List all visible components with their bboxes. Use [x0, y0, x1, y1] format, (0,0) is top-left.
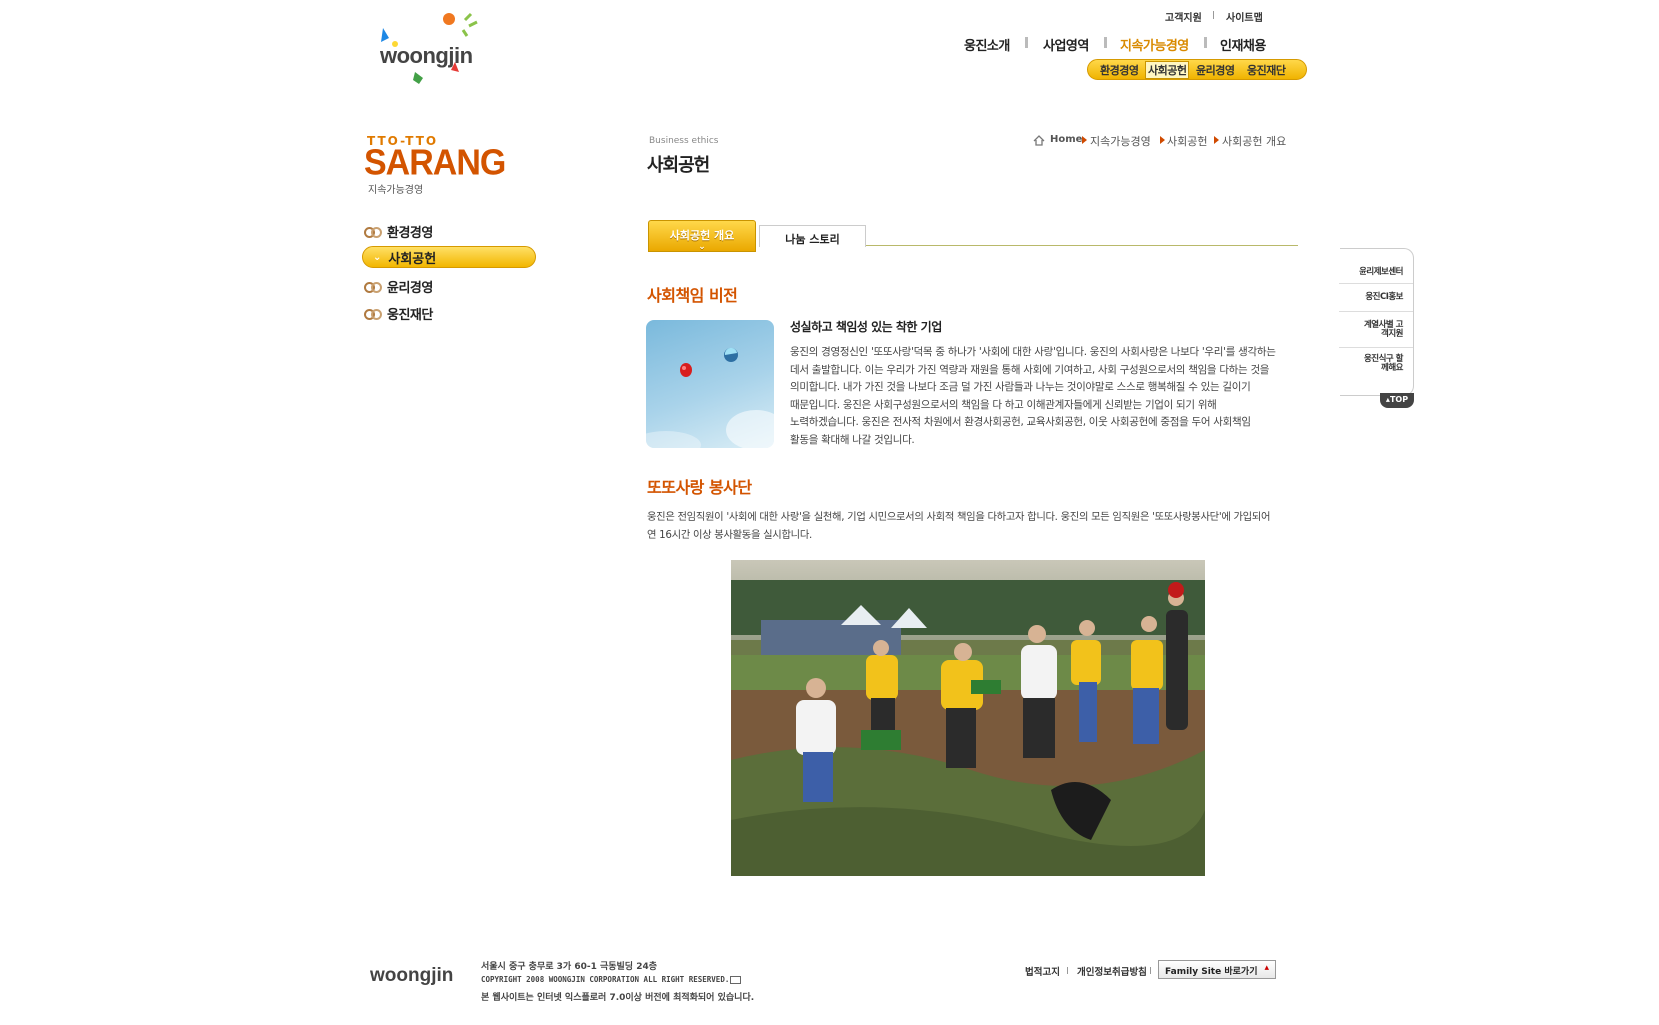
logo-text: woongjin: [380, 43, 473, 68]
quick-item-ethics-report[interactable]: 윤리제보센터: [1359, 268, 1403, 277]
footer-link-legal[interactable]: 법적고지: [1025, 964, 1060, 978]
gnb-divider: [1025, 37, 1028, 48]
brand-subtitle: 지속가능경영: [368, 185, 424, 196]
paragraph-line: 활동을 확대해 나갈 것입니다.: [790, 433, 915, 446]
sidebar-item-foundation[interactable]: 웅진재단: [364, 303, 433, 323]
caret-up-icon: ▴: [1264, 963, 1269, 973]
quick-divider: [1339, 311, 1413, 312]
vision-paragraph: 웅진의 경영정신인 '또또사랑'덕목 중 하나가 '사회에 대한 사랑'입니다.…: [790, 344, 1300, 449]
breadcrumb-arrow-icon: [1082, 136, 1087, 144]
home-icon: [1033, 135, 1045, 146]
chevron-down-icon: ⌄: [698, 242, 706, 252]
double-ring-icon: [364, 282, 382, 293]
footer-copyright: COPYRIGHT 2008 WOONGJIN CORPORATION ALL …: [481, 975, 730, 984]
chevron-down-icon: ⌄: [373, 251, 382, 263]
top-label: TOP: [1389, 395, 1409, 404]
vision-heading: 사회책임 비전: [647, 286, 738, 305]
breadcrumb-arrow-icon: [1160, 136, 1165, 144]
subnav-item-social[interactable]: 사회공헌: [1145, 61, 1190, 79]
sidebar-item-environment[interactable]: 환경경영: [364, 221, 433, 241]
balloon-sky-image: [646, 320, 774, 448]
brand-title: SARANG: [364, 143, 506, 183]
footer-address: 서울시 중구 충무로 3가 60-1 극동빌딩 24층: [481, 962, 658, 972]
subnav-item-ethics[interactable]: 윤리경영: [1196, 62, 1235, 78]
sidebar-item-ethics[interactable]: 윤리경영: [364, 276, 433, 296]
gnb-item-about[interactable]: 웅진소개: [964, 35, 1010, 54]
gnb-item-business[interactable]: 사업영역: [1043, 35, 1089, 54]
footer-notice: 본 웹사이트는 인터넷 익스플로러 7.0이상 버전에 최적화되어 있습니다.: [481, 993, 755, 1003]
scroll-top-button[interactable]: ▴TOP: [1380, 393, 1414, 408]
paragraph-line: 웅진은 전임직원이 '사회에 대한 사랑'을 실천해, 기업 시민으로서의 사회…: [647, 511, 1271, 523]
breadcrumb-home[interactable]: Home: [1050, 134, 1082, 145]
quick-item-family[interactable]: 웅진식구 할께해요: [1363, 355, 1404, 373]
footer-link-privacy[interactable]: 개인정보취급방침: [1077, 964, 1147, 978]
family-site-label: Family Site 바로가기: [1165, 967, 1258, 977]
breadcrumb-item[interactable]: 지속가능경영: [1090, 133, 1151, 149]
quick-item-customer-support[interactable]: 계열사별 고객지원: [1363, 321, 1404, 339]
woongjin-logo[interactable]: woongjin: [365, 10, 490, 88]
volunteer-photo-graphic: [731, 560, 1205, 876]
gnb-divider: [1204, 37, 1207, 48]
tab-label: 사회공헌 개요: [669, 229, 735, 242]
breadcrumb-current: 사회공헌 개요: [1222, 135, 1287, 148]
footer-logo: woongjin: [370, 965, 454, 986]
mail-icon[interactable]: [730, 976, 741, 984]
footer-divider: [1150, 967, 1151, 974]
volunteer-photo: [731, 560, 1205, 876]
family-site-select[interactable]: Family Site 바로가기 ▴: [1158, 960, 1276, 979]
vision-subheading: 성실하고 책임성 있는 착한 기업: [790, 320, 942, 334]
paragraph-line: 때문입니다. 웅진은 사회구성원으로서의 책임을 다 하고 이해관계자들에게 신…: [790, 398, 1217, 411]
sidebar-item-label: 환경경영: [387, 225, 433, 241]
quick-item-ci[interactable]: 웅진CI홍보: [1365, 293, 1403, 302]
tab-label: 나눔 스토리: [785, 233, 840, 246]
gnb-item-recruit[interactable]: 인재채용: [1220, 35, 1266, 54]
double-ring-icon: [364, 227, 382, 238]
gnb-divider: [1104, 37, 1107, 48]
tab-overview[interactable]: 사회공헌 개요 ⌄: [648, 220, 756, 252]
section-english-label: Business ethics: [649, 136, 719, 146]
paragraph-line: 의미합니다. 내가 가진 것을 나보다 조금 덜 가진 사람들과 나누는 것이야…: [790, 381, 1251, 393]
sidebar-item-label: 윤리경영: [387, 280, 433, 296]
paragraph-line: 웅진의 경영정신인 '또또사랑'덕목 중 하나가 '사회에 대한 사랑'입니다.…: [790, 346, 1276, 358]
paragraph-line: 노력하겠습니다. 웅진은 전사적 차원에서 환경사회공헌, 교육사회공헌, 이웃…: [790, 416, 1251, 428]
quick-menu: 윤리제보센터 웅진CI홍보 계열사별 고객지원 웅진식구 할께해요: [1339, 248, 1414, 396]
breadcrumb-item[interactable]: 사회공헌: [1167, 133, 1207, 149]
sidebar-item-label: 웅진재단: [387, 307, 433, 323]
breadcrumb-arrow-icon: [1214, 136, 1219, 144]
paragraph-line: 연 16시간 이상 봉사활동을 실시합니다.: [647, 528, 812, 541]
volunteer-paragraph: 웅진은 전임직원이 '사회에 대한 사랑'을 실천해, 기업 시민으로서의 사회…: [647, 509, 1307, 544]
tab-underline: [866, 245, 1298, 246]
util-divider: [1213, 11, 1214, 19]
subnav-item-environment[interactable]: 환경경영: [1100, 62, 1139, 78]
balloons-icon: [646, 347, 774, 448]
sidebar-item-social[interactable]: ⌄ 사회공헌: [362, 246, 536, 268]
util-link-support[interactable]: 고객지원: [1165, 9, 1202, 24]
util-link-sitemap[interactable]: 사이트맵: [1226, 9, 1263, 24]
double-ring-icon: [364, 309, 382, 320]
tab-sharing-story[interactable]: 나눔 스토리: [759, 225, 866, 247]
volunteer-heading: 또또사랑 봉사단: [647, 478, 752, 497]
page-title: 사회공헌: [647, 155, 710, 176]
gnb-item-sustainability[interactable]: 지속가능경영: [1120, 35, 1189, 54]
footer-divider: [1067, 967, 1068, 974]
sidebar-item-label: 사회공헌: [388, 251, 437, 267]
quick-divider: [1339, 283, 1413, 284]
quick-divider: [1339, 347, 1413, 348]
paragraph-line: 데서 출발합니다. 이는 우리가 가진 역량과 재원을 통해 사회에 기여하고,…: [790, 363, 1270, 376]
subnav-item-foundation[interactable]: 웅진재단: [1247, 62, 1286, 78]
